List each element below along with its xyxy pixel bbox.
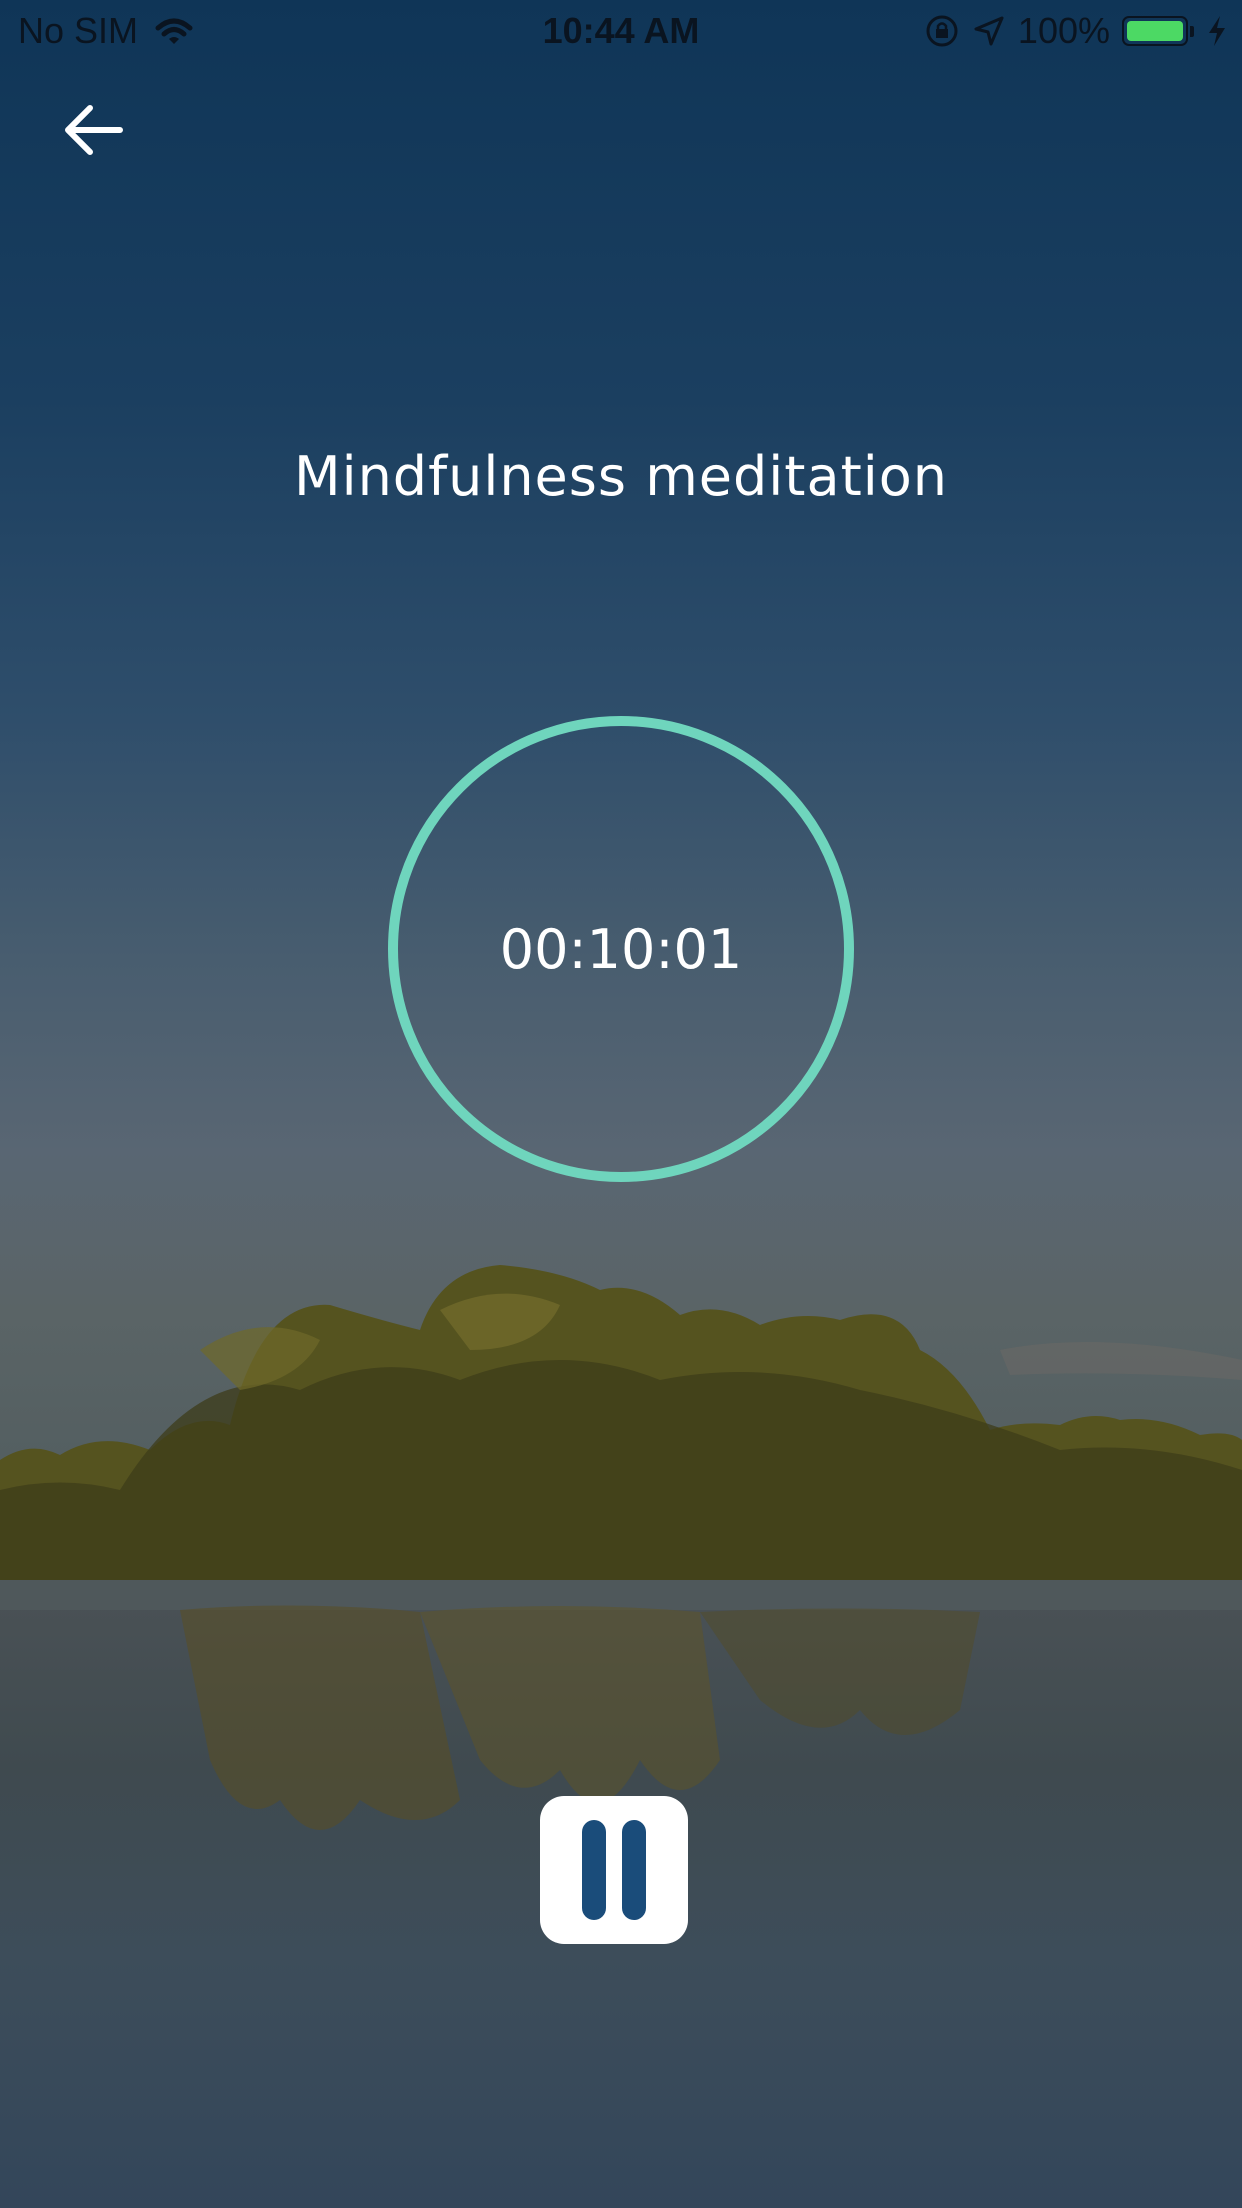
- pause-icon: [582, 1820, 606, 1920]
- timer-display: 00:10:01: [499, 917, 743, 981]
- battery-percentage: 100%: [1017, 10, 1110, 51]
- rotation-lock-icon: [926, 15, 958, 47]
- charging-icon: [1209, 16, 1225, 46]
- status-bar: No SIM 10:44 AM 100%: [0, 0, 1242, 60]
- session-title: Mindfulness meditation: [293, 445, 949, 508]
- location-icon: [974, 16, 1004, 46]
- pause-icon-bar: [622, 1820, 646, 1920]
- battery-icon: [1122, 16, 1194, 46]
- back-button[interactable]: [60, 100, 126, 160]
- pause-button[interactable]: [540, 1796, 688, 1944]
- meditation-screen: No SIM 10:44 AM 100% Mindfulness meditat…: [0, 0, 1242, 2208]
- status-right: 100%: [924, 10, 1228, 52]
- arrow-left-icon: [65, 105, 123, 155]
